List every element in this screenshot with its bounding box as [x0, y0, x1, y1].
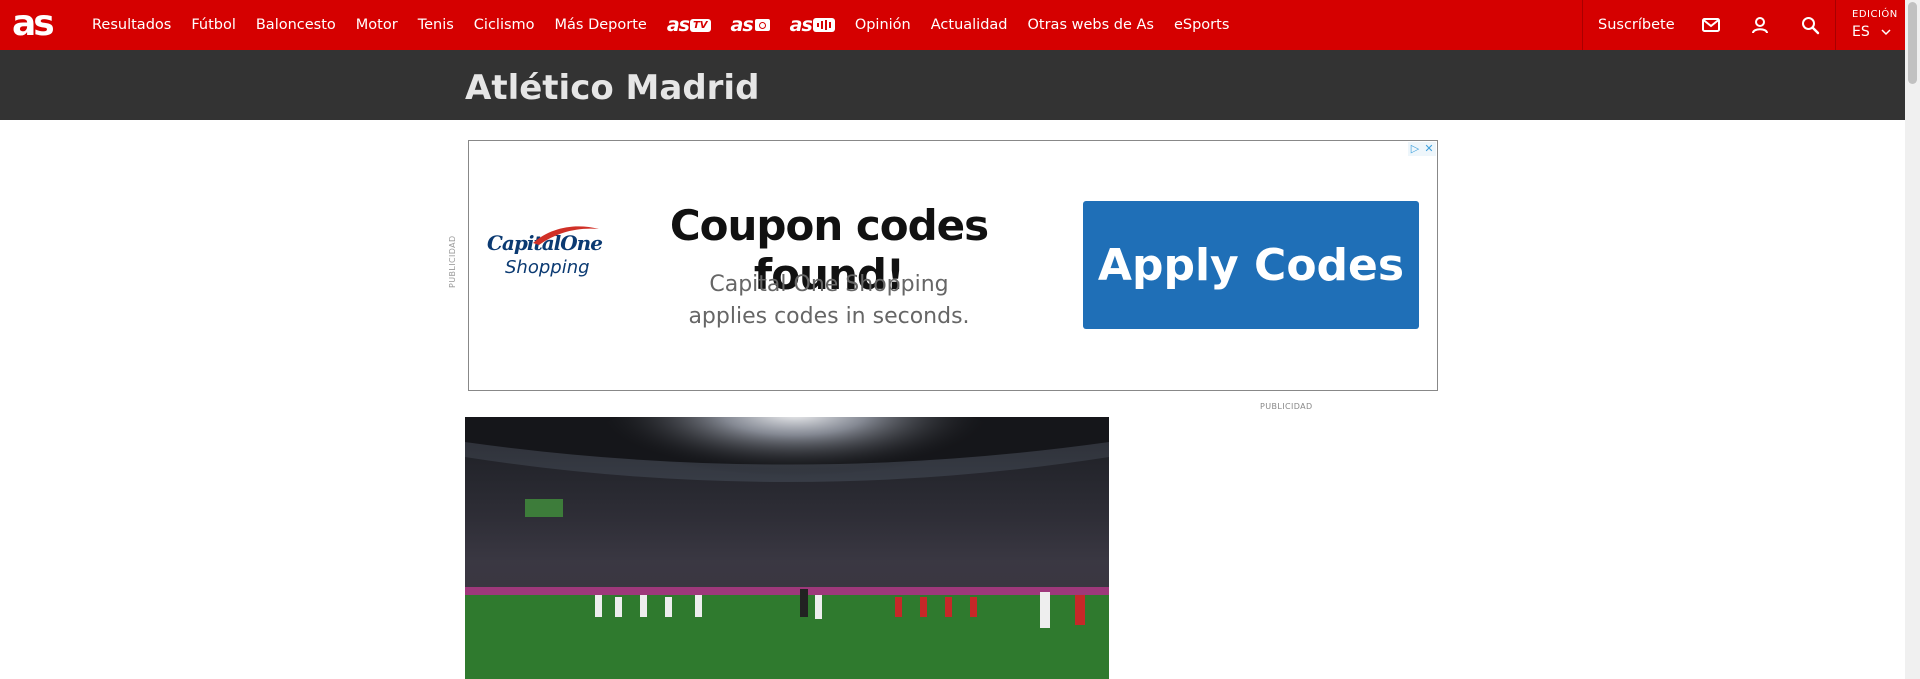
- stadium-photo: [465, 417, 1109, 679]
- close-icon[interactable]: ✕: [1422, 142, 1436, 156]
- tools-divider: [1582, 0, 1583, 50]
- as-audio-wordmark: as: [789, 14, 813, 36]
- nav-item-ciclismo[interactable]: Ciclismo: [474, 17, 535, 33]
- ad-subtext-line-2: applies codes in seconds.: [688, 304, 970, 329]
- nav-item-motor[interactable]: Motor: [356, 17, 398, 33]
- user-icon[interactable]: [1749, 14, 1771, 36]
- edition-value: ES: [1852, 24, 1870, 40]
- tv-badge: TV: [689, 18, 711, 32]
- section-header: Atlético Madrid: [0, 50, 1905, 120]
- edition-divider: [1835, 0, 1836, 50]
- brand-sub: Shopping: [505, 257, 590, 278]
- capital-one-logo: CapitalOne Shopping: [487, 226, 607, 278]
- publicidad-label: PUBLICIDAD: [1260, 402, 1313, 411]
- nav-item-tenis[interactable]: Tenis: [418, 17, 454, 33]
- nav-item-mas-deporte[interactable]: Más Deporte: [555, 17, 647, 33]
- nav-item-esports[interactable]: eSports: [1174, 17, 1229, 33]
- nav-item-actualidad[interactable]: Actualidad: [931, 17, 1008, 33]
- nav-item-baloncesto[interactable]: Baloncesto: [256, 17, 336, 33]
- audio-wave-icon: [812, 18, 835, 32]
- nav-item-resultados[interactable]: Resultados: [92, 17, 171, 33]
- nav-item-otras-webs[interactable]: Otras webs de As: [1028, 17, 1154, 33]
- page-title: Atlético Madrid: [465, 68, 760, 108]
- hero-stadium-photo[interactable]: [465, 417, 1109, 679]
- camera-icon: [754, 19, 770, 31]
- vertical-scrollbar[interactable]: [1905, 0, 1920, 679]
- ad-subtext-line-1: Capital One Shopping: [709, 272, 949, 297]
- adchoices-icon[interactable]: ▷: [1408, 142, 1422, 156]
- scrollbar-thumb[interactable]: [1908, 2, 1917, 84]
- banner-ad[interactable]: ▷ ✕ CapitalOne Shopping Coupon codes fou…: [468, 140, 1438, 391]
- nav-item-as-audio[interactable]: as: [790, 14, 835, 36]
- as-photo-wordmark: as: [730, 14, 754, 36]
- mail-icon[interactable]: [1700, 14, 1722, 36]
- nav-item-opinion[interactable]: Opinión: [855, 17, 911, 33]
- top-navigation-bar: as Resultados Fútbol Baloncesto Motor Te…: [0, 0, 1905, 50]
- ad-subtext: Capital One Shopping applies codes in se…: [629, 269, 1029, 333]
- swoosh-icon: [533, 226, 599, 245]
- chevron-down-icon: [1881, 29, 1891, 36]
- nav-item-as-tv[interactable]: as TV: [667, 14, 711, 36]
- edition-label: EDICIÓN: [1852, 9, 1898, 20]
- nav-item-futbol[interactable]: Fútbol: [191, 17, 236, 33]
- ad-choices[interactable]: ▷ ✕: [1408, 142, 1436, 156]
- subscribe-link[interactable]: Suscríbete: [1598, 0, 1675, 50]
- ad-side-label: PUBLICIDAD: [448, 235, 457, 288]
- as-logo[interactable]: as: [12, 4, 55, 44]
- nav-item-as-photo[interactable]: as: [731, 14, 770, 36]
- edition-selector[interactable]: EDICIÓN ES: [1852, 9, 1898, 40]
- apply-codes-button[interactable]: Apply Codes: [1083, 201, 1419, 329]
- search-icon[interactable]: [1799, 14, 1821, 36]
- main-nav: Resultados Fútbol Baloncesto Motor Tenis…: [92, 0, 1249, 50]
- as-tv-wordmark: as: [666, 14, 690, 36]
- header-tools: Suscríbete EDICIÓN ES: [1582, 0, 1905, 50]
